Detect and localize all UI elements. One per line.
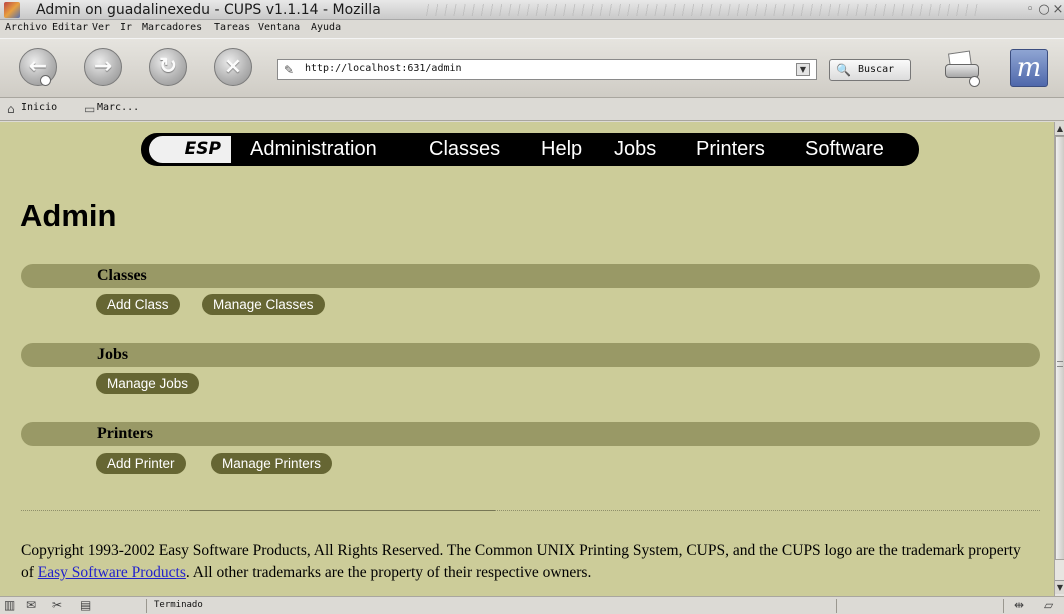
- manage-jobs-button[interactable]: Manage Jobs: [96, 373, 200, 394]
- nav-help[interactable]: Help: [541, 138, 582, 161]
- navigation-toolbar: ← → ↻ × ✎ http://localhost:631/admin ▼ 🔍…: [0, 38, 1064, 98]
- status-separator: [1003, 599, 1004, 613]
- reload-button[interactable]: ↻: [149, 48, 187, 86]
- esp-logo[interactable]: ESP: [149, 136, 231, 163]
- search-button-label: Buscar: [858, 64, 895, 75]
- mail-icon[interactable]: ✉: [26, 598, 36, 612]
- reload-icon: ↻: [158, 54, 178, 79]
- menu-editar[interactable]: Editar: [52, 22, 88, 33]
- manage-classes-button[interactable]: Manage Classes: [202, 294, 325, 315]
- forward-button[interactable]: →: [84, 48, 122, 86]
- menu-ventana[interactable]: Ventana: [258, 22, 300, 33]
- chat-icon[interactable]: ✂: [52, 598, 62, 612]
- page-title: Admin: [20, 198, 117, 233]
- cups-nav-bar: ESP Administration Classes Help Jobs Pri…: [141, 133, 919, 166]
- forward-arrow-icon: →: [93, 54, 113, 79]
- stop-icon: ×: [223, 54, 243, 79]
- browser-window: Admin on guadalinexedu - CUPS v1.1.14 - …: [0, 0, 1064, 614]
- page-content: ESP Administration Classes Help Jobs Pri…: [0, 122, 1054, 596]
- bookmark-folder-icon: ▭: [84, 102, 96, 116]
- manage-printers-button[interactable]: Manage Printers: [211, 453, 333, 474]
- section-jobs: Jobs: [21, 343, 1040, 367]
- easy-software-link[interactable]: Easy Software Products: [38, 564, 186, 581]
- personal-toolbar: ⌂ Inicio ▭ Marc...: [0, 98, 1064, 121]
- search-button[interactable]: 🔍 Buscar: [829, 59, 911, 81]
- url-text[interactable]: http://localhost:631/admin: [305, 63, 462, 74]
- menu-ayuda[interactable]: Ayuda: [311, 22, 341, 33]
- copyright-notice: Copyright 1993-2002 Easy Software Produc…: [21, 540, 1036, 584]
- nav-classes[interactable]: Classes: [429, 138, 500, 161]
- menu-archivo[interactable]: Archivo: [5, 22, 47, 33]
- scroll-down-icon[interactable]: ▼: [1055, 580, 1064, 594]
- mozilla-logo-icon[interactable]: m: [1010, 49, 1048, 87]
- add-printer-button[interactable]: Add Printer: [96, 453, 186, 474]
- window-title: Admin on guadalinexedu - CUPS v1.1.14 - …: [36, 2, 381, 18]
- status-text: Terminado: [154, 600, 203, 610]
- copyright-text-end: . All other trademarks are the property …: [185, 564, 592, 581]
- section-classes: Classes: [21, 264, 1040, 288]
- home-icon: ⌂: [7, 102, 15, 116]
- section-printers: Printers: [21, 422, 1040, 446]
- url-dropdown-icon[interactable]: ▼: [796, 63, 810, 76]
- bookmark-inicio[interactable]: Inicio: [21, 102, 57, 113]
- composer-icon[interactable]: ▤: [80, 598, 91, 612]
- stop-button[interactable]: ×: [214, 48, 252, 86]
- page-proxy-icon[interactable]: ✎: [284, 63, 294, 77]
- footer-divider: [21, 510, 1040, 511]
- footer-divider-accent: [190, 510, 495, 511]
- bookmark-marcadores[interactable]: Marc...: [97, 102, 139, 113]
- navigator-icon[interactable]: ▥: [4, 598, 15, 612]
- scroll-grip-icon: [1057, 361, 1063, 367]
- menu-tareas[interactable]: Tareas: [214, 22, 250, 33]
- title-bar: Admin on guadalinexedu - CUPS v1.1.14 - …: [0, 0, 1064, 20]
- scroll-up-icon[interactable]: ▲: [1055, 122, 1064, 136]
- menu-marcadores[interactable]: Marcadores: [142, 22, 202, 33]
- menu-ir[interactable]: Ir: [120, 22, 132, 33]
- back-button[interactable]: ←: [19, 48, 57, 86]
- search-icon: 🔍: [836, 63, 851, 77]
- app-icon: [4, 2, 20, 18]
- online-status-icon[interactable]: ⇹: [1014, 598, 1024, 612]
- status-bar: ▥ ✉ ✂ ▤ Terminado ⇹ ▱: [0, 596, 1064, 614]
- section-heading: Classes: [97, 267, 147, 284]
- print-button[interactable]: [943, 50, 985, 87]
- menu-bar: Archivo Editar Ver Ir Marcadores Tareas …: [0, 20, 1064, 38]
- menu-ver[interactable]: Ver: [92, 22, 110, 33]
- nav-printers[interactable]: Printers: [696, 138, 765, 161]
- security-icon[interactable]: ▱: [1044, 598, 1053, 612]
- back-dropdown-icon[interactable]: [40, 75, 51, 86]
- nav-jobs[interactable]: Jobs: [614, 138, 656, 161]
- section-heading: Printers: [97, 425, 153, 442]
- nav-software[interactable]: Software: [805, 138, 884, 161]
- print-dropdown-icon[interactable]: [969, 76, 980, 87]
- close-icon[interactable]: ×: [1050, 2, 1064, 18]
- status-separator: [836, 599, 837, 613]
- title-bar-texture: [420, 4, 980, 16]
- nav-administration[interactable]: Administration: [250, 138, 377, 161]
- scroll-thumb[interactable]: [1055, 136, 1064, 560]
- section-heading: Jobs: [97, 346, 129, 363]
- address-bar[interactable]: ✎ http://localhost:631/admin ▼: [277, 59, 817, 80]
- add-class-button[interactable]: Add Class: [96, 294, 180, 315]
- status-separator: [146, 599, 147, 613]
- vertical-scrollbar[interactable]: ▲ ▼: [1054, 122, 1064, 596]
